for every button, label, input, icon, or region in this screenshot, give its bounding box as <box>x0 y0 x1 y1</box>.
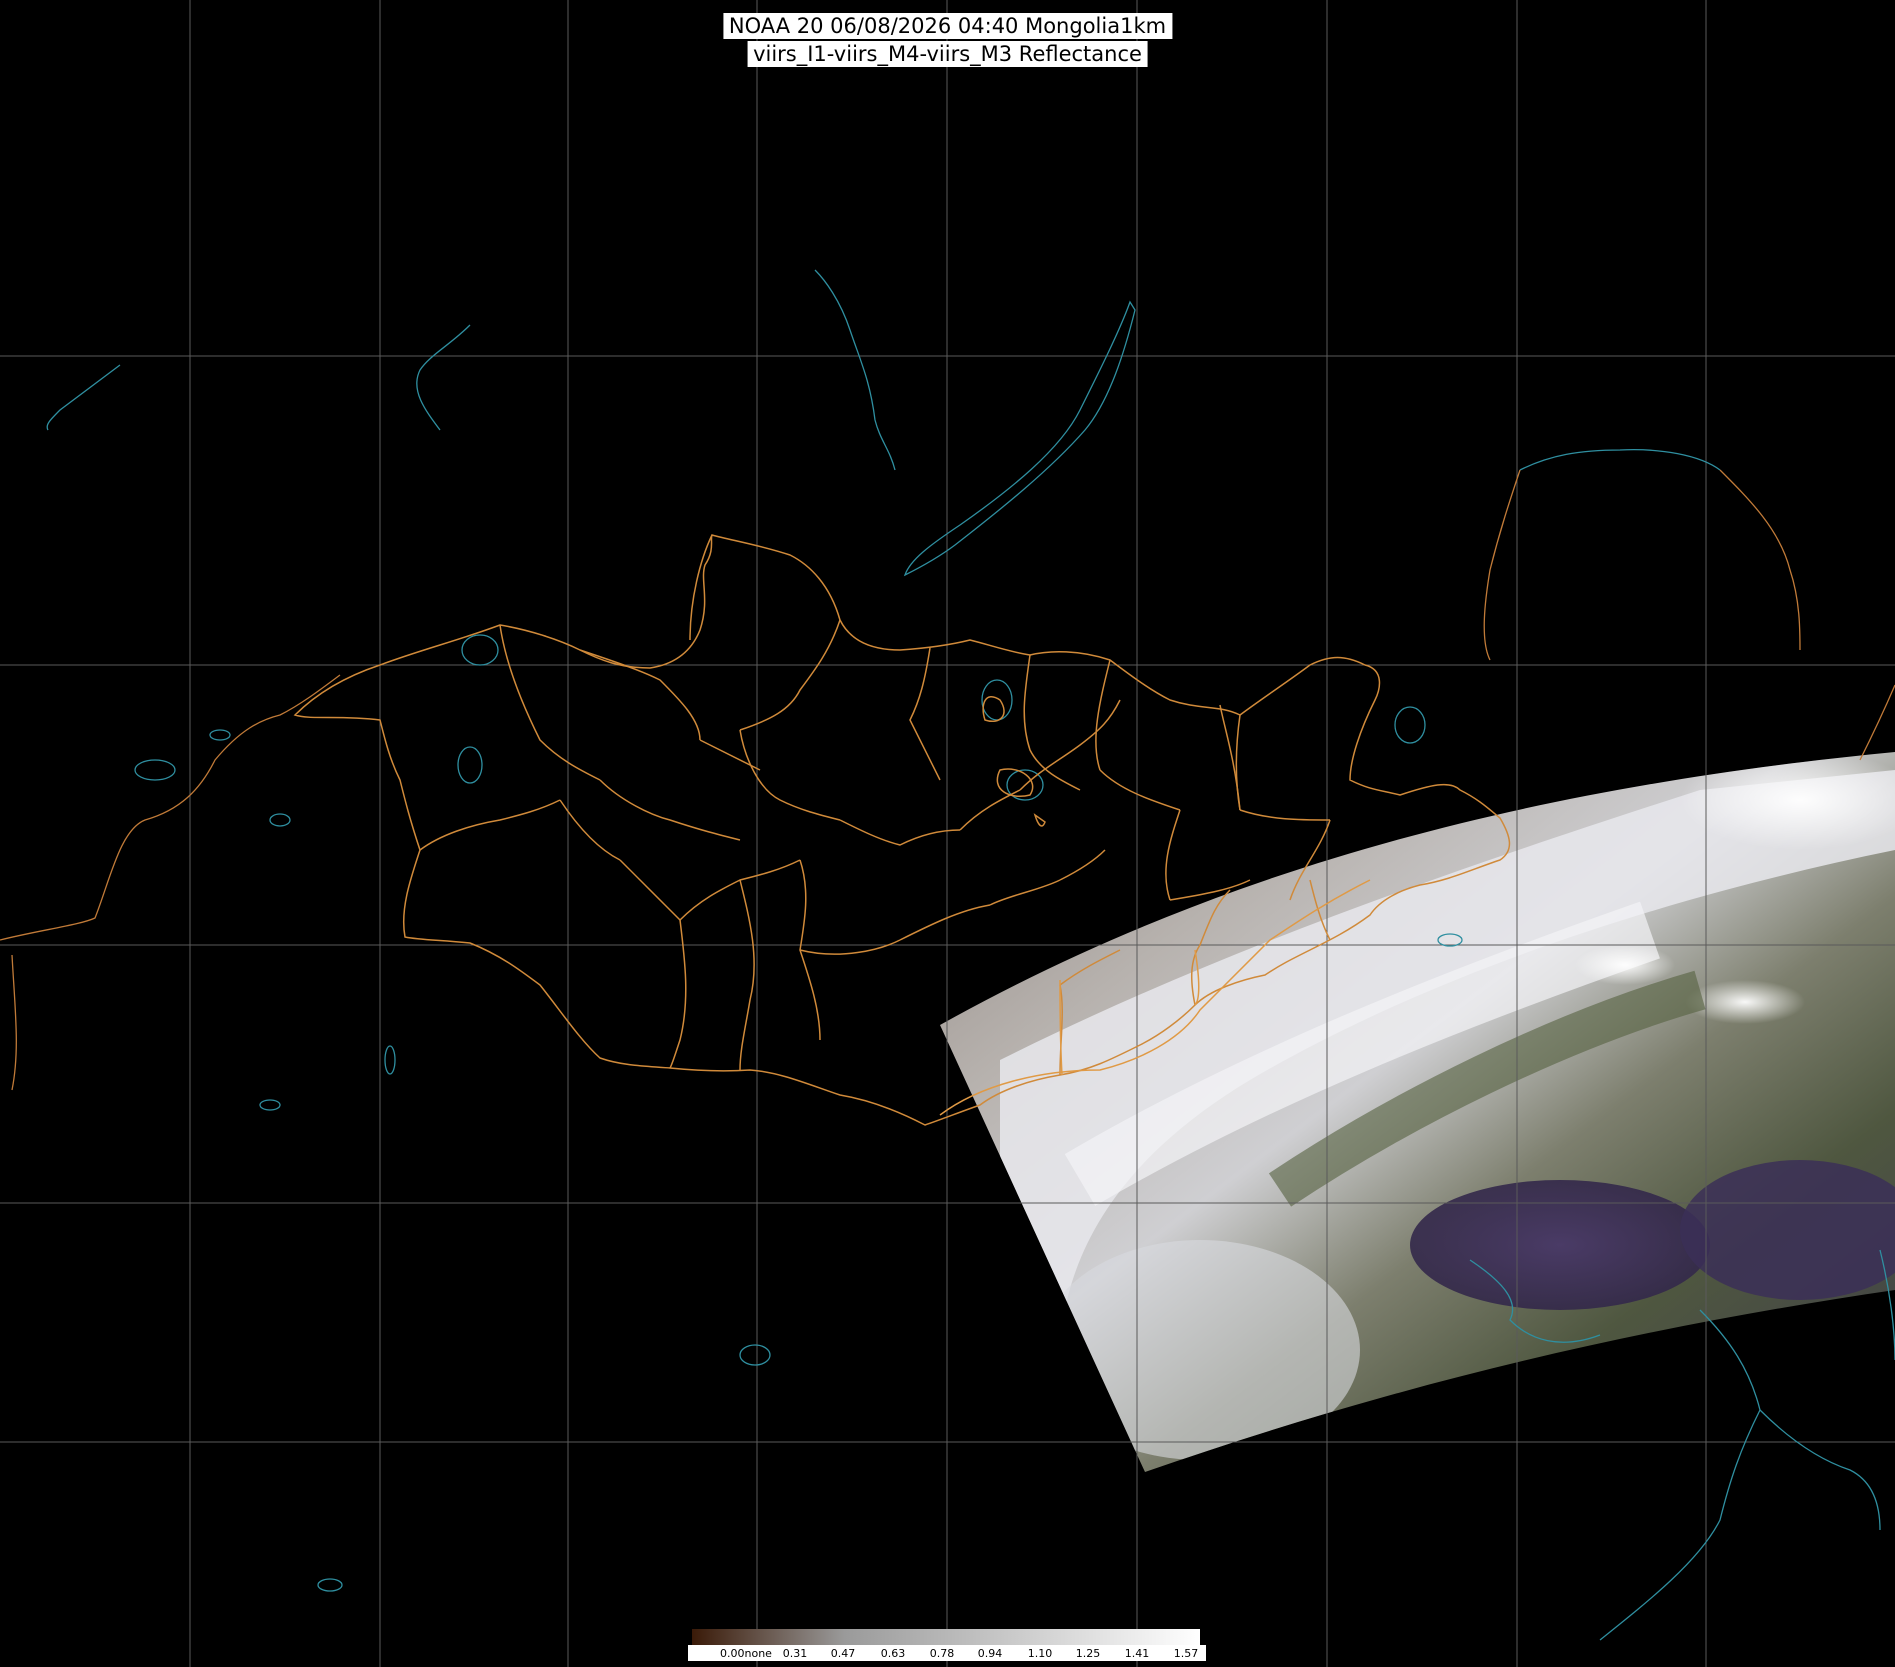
colorbar-label: 0.31 <box>782 1647 808 1660</box>
colorbar-gradient <box>692 1629 1200 1645</box>
colorbar-label: 0.47 <box>830 1647 856 1660</box>
colorbar-label: 0.78 <box>929 1647 955 1660</box>
colorbar-label: 0.00none <box>720 1647 772 1660</box>
colorbar-label: 0.94 <box>977 1647 1003 1660</box>
map-title-line1: NOAA 20 06/08/2026 04:40 Mongolia1km <box>722 13 1173 39</box>
colorbar-label: 1.25 <box>1075 1647 1101 1660</box>
reflectance-colorbar: 0.00none 0.31 0.47 0.63 0.78 0.94 1.10 1… <box>688 1627 1206 1663</box>
satellite-swath <box>940 752 1895 1472</box>
colorbar-label: 0.63 <box>880 1647 906 1660</box>
map-canvas <box>0 0 1895 1667</box>
colorbar-labels: 0.00none 0.31 0.47 0.63 0.78 0.94 1.10 1… <box>688 1645 1206 1661</box>
colorbar-label: 1.10 <box>1027 1647 1053 1660</box>
colorbar-label: 1.57 <box>1173 1647 1199 1660</box>
colorbar-label: 1.41 <box>1124 1647 1150 1660</box>
map-title-line2: viirs_I1-viirs_M4-viirs_M3 Reflectance <box>747 41 1148 67</box>
